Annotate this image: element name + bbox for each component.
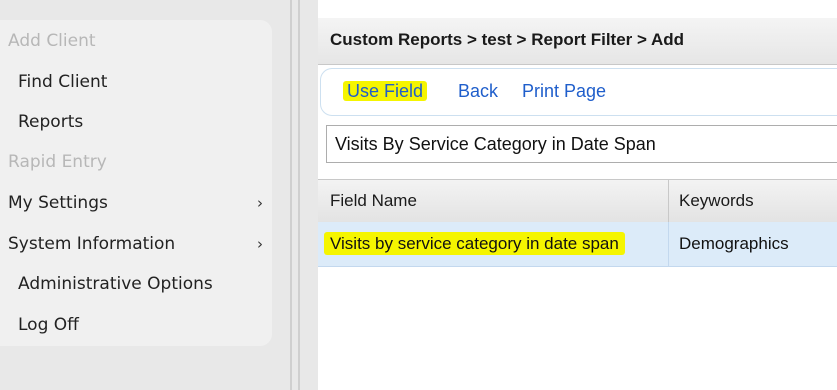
sidebar-item-label: Find Client: [18, 72, 108, 92]
splitter[interactable]: [298, 0, 300, 390]
table-header: Field Name Keywords: [318, 179, 837, 223]
chevron-right-icon: ›: [257, 194, 263, 212]
sidebar-item-log-off[interactable]: Log Off: [18, 309, 79, 341]
report-name-text: Visits By Service Category in Date Span: [335, 134, 656, 154]
column-header-keywords[interactable]: Keywords: [679, 180, 754, 222]
sidebar-item-rapid-entry[interactable]: Rapid Entry: [8, 146, 107, 178]
table-cell-field-name: Visits by service category in date span: [324, 222, 625, 266]
breadcrumb: Custom Reports > test > Report Filter > …: [330, 30, 685, 49]
field-name-value: Visits by service category in date span: [324, 232, 625, 255]
sidebar-item-label: Administrative Options: [18, 274, 213, 294]
sidebar-item-reports[interactable]: Reports: [18, 106, 83, 138]
table-row[interactable]: Visits by service category in date span …: [318, 222, 837, 267]
sidebar-item-administrative-options[interactable]: Administrative Options: [18, 268, 213, 300]
sidebar-item-system-information[interactable]: System Information ›: [8, 228, 272, 260]
sidebar-item-find-client[interactable]: Find Client: [18, 66, 107, 98]
table-cell-keywords: Demographics: [679, 234, 789, 253]
sidebar-item-label: My Settings: [8, 193, 108, 213]
toolbar: Use Field Back Print Page: [320, 68, 837, 116]
column-divider: [668, 180, 669, 222]
sidebar-item-label: Rapid Entry: [8, 152, 107, 172]
back-link[interactable]: Back: [458, 77, 498, 105]
splitter[interactable]: [290, 0, 292, 390]
column-header-field-name[interactable]: Field Name: [330, 180, 417, 222]
sidebar-item-label: Log Off: [18, 315, 79, 335]
sidebar-item-add-client[interactable]: Add Client: [8, 25, 96, 57]
use-field-label: Use Field: [343, 81, 428, 101]
sidebar-item-label: System Information: [8, 234, 176, 254]
chevron-right-icon: ›: [257, 235, 263, 253]
sidebar-item-label: Add Client: [8, 31, 96, 51]
sidebar-item-label: Reports: [18, 112, 84, 132]
sidebar: Add Client Find Client Reports Rapid Ent…: [0, 20, 272, 346]
use-field-button[interactable]: Use Field: [343, 77, 428, 105]
column-divider: [668, 222, 669, 266]
report-name-field: Visits By Service Category in Date Span: [326, 125, 837, 163]
sidebar-item-my-settings[interactable]: My Settings ›: [8, 187, 272, 219]
breadcrumb-bar: Custom Reports > test > Report Filter > …: [318, 18, 837, 65]
print-page-link[interactable]: Print Page: [522, 77, 606, 105]
main-panel: Custom Reports > test > Report Filter > …: [318, 0, 837, 390]
